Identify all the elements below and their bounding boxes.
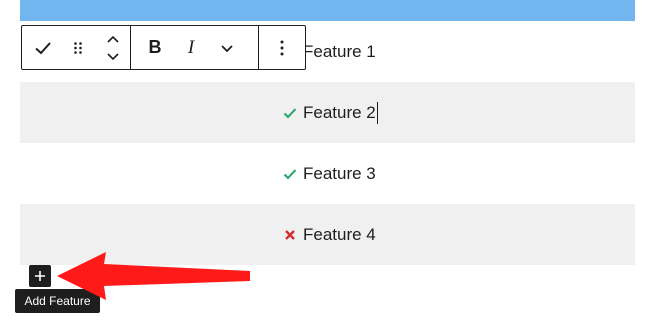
chevron-down-icon[interactable] [209,26,245,69]
check-icon[interactable] [26,26,61,69]
text-cursor [376,101,378,124]
cross-icon [278,223,302,247]
feature-row[interactable]: Feature 3 [20,143,635,204]
add-feature-tooltip: Add Feature [15,289,100,313]
feature-label[interactable]: Feature 3 [303,165,376,182]
feature-label[interactable]: Feature 2 [303,104,376,121]
plus-icon [35,271,45,281]
header-color-bar [20,0,635,21]
add-feature-button[interactable] [29,265,51,287]
drag-handle-icon[interactable] [61,26,96,69]
bold-icon[interactable]: B [137,26,173,69]
move-up-down-icon[interactable] [95,26,130,69]
feature-label[interactable]: Feature 4 [303,226,376,243]
check-icon [278,101,302,125]
italic-icon[interactable]: I [173,26,209,69]
block-toolbar: B I [21,25,306,70]
feature-label[interactable]: Feature 1 [303,43,376,60]
check-icon [278,162,302,186]
more-options-icon[interactable] [264,26,300,69]
feature-row[interactable]: Feature 4 [20,204,635,265]
feature-row[interactable]: Feature 2 [20,82,635,143]
